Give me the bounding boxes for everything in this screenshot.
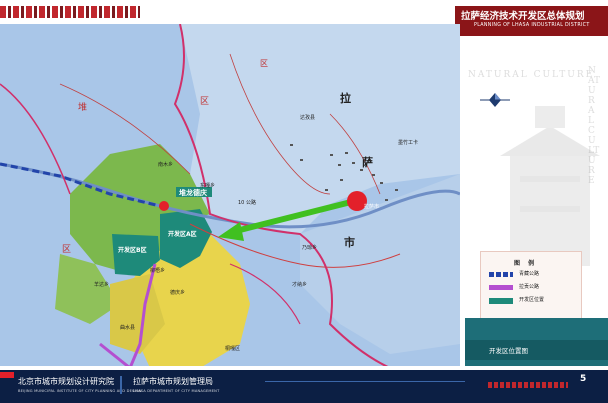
dongga-label: 东嘎乡: [200, 182, 215, 189]
map-caption: 开发区位置图: [489, 347, 528, 355]
zone-a-label: 开发区A区: [168, 230, 197, 238]
north-arrow-icon: [480, 93, 510, 107]
tongjia-label: 桐嘎区: [225, 345, 240, 352]
legend-swatch-dashed: [489, 272, 513, 277]
district-char-1: 堆: [78, 102, 87, 113]
footer-accent: [0, 372, 14, 378]
map-big-char-1: 拉: [340, 91, 351, 105]
district-char-4: 区: [260, 59, 268, 68]
header-decorative-strip: [0, 6, 140, 18]
yangda-label: 羊达乡: [94, 281, 109, 288]
institute-1-english: BEIJING MUNICIPAL INSTITUTE OF CITY PLAN…: [18, 389, 142, 393]
gonglu-label: 10 公路: [238, 199, 256, 206]
district-char-2: 区: [200, 96, 209, 107]
title-bar: 拉萨经济技术开发区总体规划 PLANNING OF LHASA INDUSTRI…: [455, 6, 608, 36]
zone-b-label: 开发区B区: [118, 246, 147, 254]
institute-1-name: 北京市城市规划设计研究院: [18, 377, 114, 386]
legend-swatch-purple: [489, 285, 513, 290]
map-svg: 拉 萨 市 堆 区 区 区 堆龙德庆 开发区A区 开发区B区 拉萨市 10 公路…: [0, 24, 460, 368]
page-number: 5: [580, 374, 587, 384]
deqing-label: 德庆乡: [170, 289, 185, 296]
page-title: 拉萨经济技术开发区总体规划: [461, 11, 585, 22]
footer-line: [265, 381, 465, 382]
map-big-char-2: 萨: [362, 155, 373, 169]
page: 拉萨经济技术开发区总体规划 PLANNING OF LHASA INDUSTRI…: [0, 0, 608, 403]
duilong-marker: [159, 201, 169, 211]
caption-band: [465, 340, 608, 360]
legend-swatch-zone: [489, 298, 513, 304]
caption-panel: 开发区位置图: [465, 318, 608, 368]
legend-label: 开发区位置: [519, 297, 545, 303]
page-subtitle: PLANNING OF LHASA INDUSTRIAL DISTRICT: [474, 23, 590, 28]
map-big-char-3: 市: [344, 235, 355, 249]
footer-separator: [120, 376, 122, 394]
legend-item-qingzang: 青藏公路: [489, 269, 579, 279]
pagoda-illustration: [500, 106, 600, 266]
liuwu-label: 柳梧乡: [150, 267, 165, 274]
lhasa-label: 拉萨市: [364, 203, 379, 210]
mozhu-label: 墨竹工卡: [398, 139, 418, 146]
legend-title: 图 例: [514, 260, 538, 267]
location-map: 拉 萨 市 堆 区 区 区 堆龙德庆 开发区A区 开发区B区 拉萨市 10 公路…: [0, 24, 460, 368]
watermark-horizontal: NATURAL CULTURE: [468, 70, 595, 80]
nanmu-label: 南木乡: [158, 161, 173, 168]
naiqiong-label: 乃琼乡: [302, 244, 317, 251]
quxu-label: 曲水县: [120, 324, 135, 331]
institute-2-name: 拉萨市城市规划管理局: [133, 377, 213, 386]
institute-2-english: LHASA DEPARTMENT OF CITY MANAGEMENT: [133, 389, 220, 393]
footer-decorative-strip: [488, 382, 568, 388]
duilong-label: 堆龙德庆: [179, 188, 207, 197]
legend-item-zone: 开发区位置: [489, 295, 579, 305]
legend-label: 青藏公路: [519, 271, 540, 277]
dazi-label: 达孜县: [300, 114, 315, 121]
caina-label: 才纳乡: [292, 281, 307, 288]
legend-label: 拉贡公路: [519, 284, 540, 290]
legend-item-lagong: 拉贡公路: [489, 282, 579, 292]
district-char-3: 区: [62, 244, 71, 255]
